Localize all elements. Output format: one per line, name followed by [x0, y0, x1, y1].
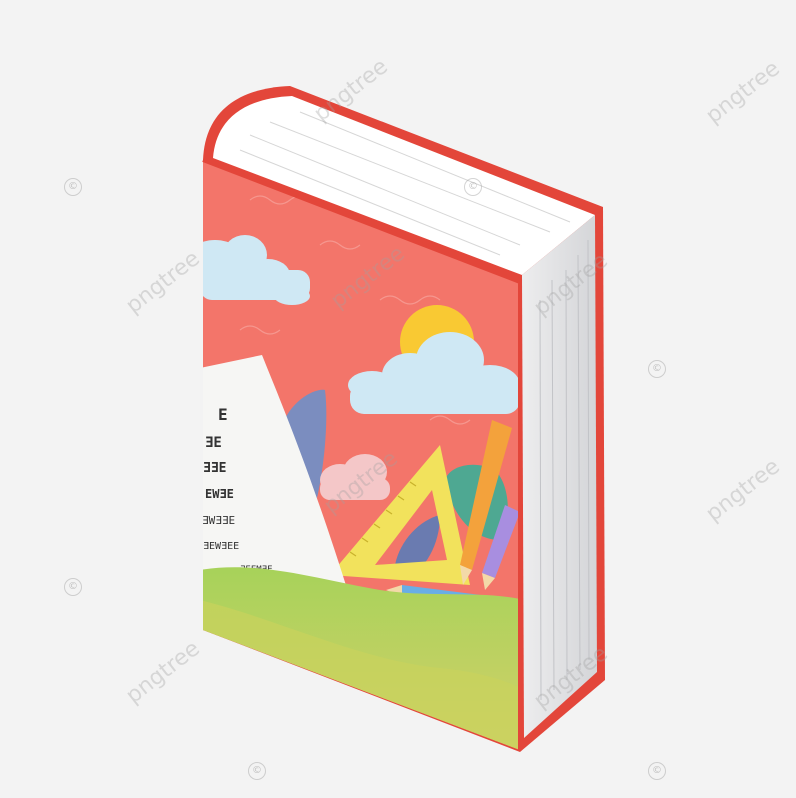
copyright-icon: ©: [248, 762, 266, 780]
copyright-icon: ©: [64, 178, 82, 196]
eye-chart-row-5: ƎWƎƎE: [202, 514, 235, 527]
book-side-pages: [522, 215, 597, 738]
eye-chart-row-3: ƎƎE: [203, 461, 226, 476]
illustration-stage: E ƎE ƎƎE EWƎE ƎWƎƎE ƎEWƎEE ƎEEMƎE pngtre…: [0, 0, 796, 793]
copyright-icon: ©: [464, 178, 482, 196]
copyright-icon: ©: [648, 360, 666, 378]
copyright-icon: ©: [648, 762, 666, 780]
eye-chart-row-1: E: [218, 405, 228, 424]
book-illustration: E ƎE ƎƎE EWƎE ƎWƎƎE ƎEWƎEE ƎEEMƎE: [202, 86, 605, 752]
copyright-icon: ©: [64, 578, 82, 596]
eye-chart-row-4: EWƎE: [205, 487, 234, 501]
eye-chart-row-6: ƎEWƎEE: [203, 541, 239, 552]
eye-chart-row-2: ƎE: [205, 435, 222, 451]
